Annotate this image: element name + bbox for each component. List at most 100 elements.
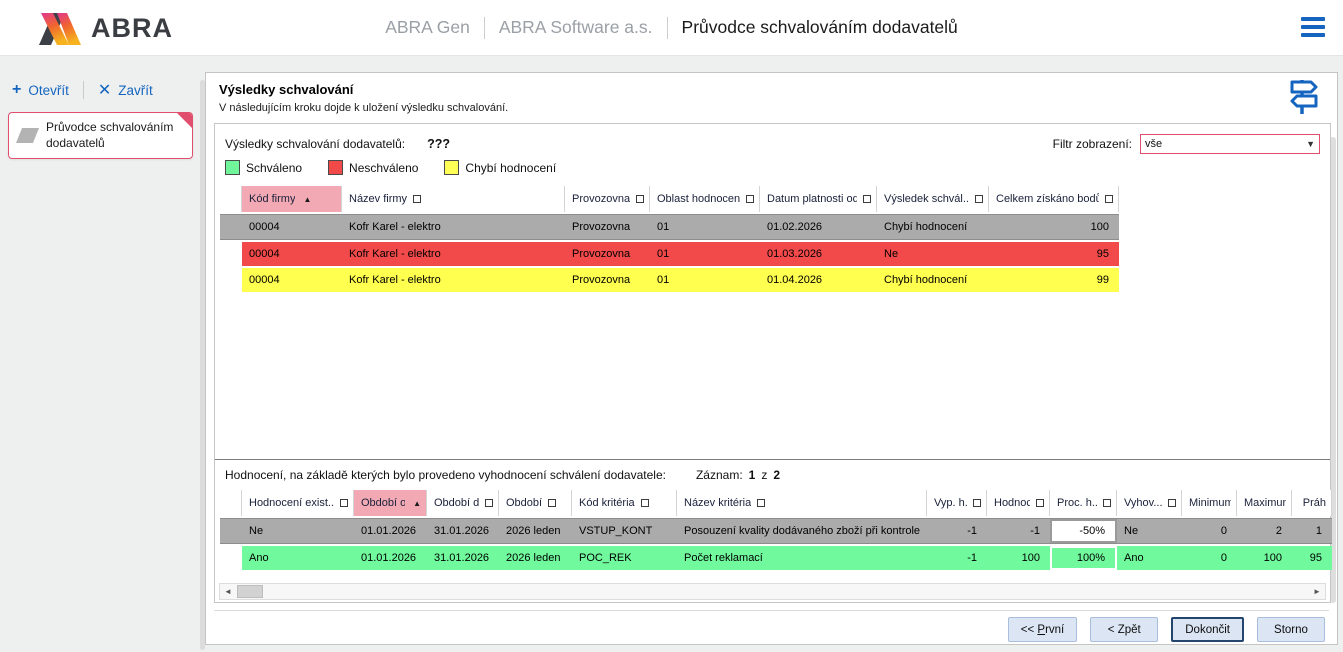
- sidebar: + Otevřít ✕ Zavřít Průvodce schvalováním…: [0, 56, 205, 652]
- row-selector-gutter[interactable]: [220, 546, 242, 570]
- column-filter-checkbox-icon[interactable]: [973, 499, 981, 507]
- company-name: ABRA Software a.s.: [499, 17, 653, 38]
- column-header-obdobi-do[interactable]: Období do: [427, 490, 499, 516]
- column-filter-checkbox-icon[interactable]: [340, 499, 348, 507]
- column-filter-checkbox-icon[interactable]: [975, 195, 983, 203]
- legend-item: Neschváleno: [328, 160, 418, 175]
- chevron-down-icon: ▼: [1306, 139, 1315, 149]
- column-filter-checkbox-icon[interactable]: [636, 195, 644, 203]
- table-row[interactable]: Ano 01.01.202631.01.20262026 ledenPOC_REK…: [220, 546, 1332, 570]
- column-filter-checkbox-icon[interactable]: [1168, 499, 1176, 507]
- table-cell-obdobi-od: 01.01.2026: [354, 546, 427, 570]
- column-header-proc-hodnoceni[interactable]: Proc. h...: [1050, 490, 1117, 516]
- table-cell-obdobi: 2026 leden: [499, 519, 572, 543]
- column-header-provozovna[interactable]: Provozovna: [565, 186, 650, 212]
- title-divider: [667, 17, 668, 39]
- column-header-prah[interactable]: Práh: [1292, 490, 1332, 516]
- step-subtitle: V následujícím kroku dojde k uložení výs…: [219, 102, 508, 114]
- table-cell-obdobi-do: 31.01.2026: [427, 519, 499, 543]
- table-cell-provozovna: Provozovna: [565, 215, 650, 239]
- table-cell-celkem-ziskano-bodu: 99: [989, 268, 1119, 292]
- table-cell-maximum: 100: [1237, 546, 1292, 570]
- column-header-vysledek-schvaleni[interactable]: Výsledek schvál...: [877, 186, 989, 212]
- column-header-label: Období: [506, 497, 542, 509]
- sort-asc-icon: ▲: [303, 195, 311, 204]
- column-header-label: Celkem získáno bodů: [996, 193, 1099, 205]
- legend-label: Chybí hodnocení: [465, 161, 556, 175]
- column-header-label: Hodnoc...: [994, 497, 1030, 509]
- row-selector-gutter[interactable]: [220, 268, 242, 292]
- top-bar: ABRA ABRA Gen ABRA Software a.s. Průvodc…: [0, 0, 1343, 56]
- scroll-right-icon[interactable]: ►: [1309, 584, 1325, 599]
- wizard-buttons: << První < Zpět Dokončit Storno: [1008, 617, 1325, 642]
- footer-divider: [214, 610, 1329, 611]
- column-header-datum-platnosti-od[interactable]: Datum platnosti od: [760, 186, 877, 212]
- table-row[interactable]: 00004Kofr Karel - elektroProvozovna0101.…: [220, 268, 1119, 292]
- abra-logo-icon: [35, 9, 83, 47]
- column-filter-checkbox-icon[interactable]: [1105, 195, 1113, 203]
- column-header-label: Proc. h...: [1057, 497, 1097, 509]
- table-cell-hodnoceni: -1: [987, 519, 1050, 543]
- table-row[interactable]: Ne01.01.202631.01.20262026 ledenVSTUP_KO…: [220, 518, 1332, 544]
- table-cell-vyhovuje: Ano: [1117, 546, 1182, 570]
- column-header-label: Hodnocení exist...: [249, 497, 334, 509]
- wizard-panel: Výsledky schvalování V následujícím krok…: [205, 72, 1338, 645]
- column-header-hodnoceni-existuje[interactable]: Hodnocení exist...: [242, 490, 354, 516]
- column-filter-checkbox-icon[interactable]: [1103, 499, 1111, 507]
- table-row[interactable]: 00004Kofr Karel - elektroProvozovna0101.…: [220, 242, 1119, 266]
- table-header-row: Kód firmy▲ Název firmy ProvozovnaOblast ho…: [220, 186, 1119, 212]
- column-filter-checkbox-icon[interactable]: [746, 195, 754, 203]
- close-button[interactable]: ✕ Zavřít: [98, 80, 153, 100]
- open-button[interactable]: + Otevřít: [12, 81, 69, 99]
- filter-dropdown[interactable]: vše ▼: [1140, 134, 1320, 154]
- column-header-obdobi-od[interactable]: Období od▲: [354, 490, 427, 516]
- table-cell-oblast-hodnoceni: 01: [650, 242, 760, 266]
- column-header-nazev-kriteria[interactable]: Název kritéria: [677, 490, 927, 516]
- table-row[interactable]: 00004Kofr Karel - elektroProvozovna0101.…: [220, 214, 1119, 240]
- column-header-maximum[interactable]: Maximum: [1237, 490, 1292, 516]
- table-cell-vyhovuje: Ne: [1117, 519, 1182, 543]
- column-filter-checkbox-icon[interactable]: [863, 195, 871, 203]
- column-header-label: Kód kritéria: [579, 497, 635, 509]
- scrollbar-thumb[interactable]: [237, 585, 263, 598]
- first-button[interactable]: << První: [1008, 617, 1077, 642]
- table-cell-obdobi-do: 31.01.2026: [427, 546, 499, 570]
- cancel-button[interactable]: Storno: [1257, 617, 1325, 642]
- column-header-oblast-hodnoceni[interactable]: Oblast hodnocení: [650, 186, 760, 212]
- menu-icon[interactable]: [1301, 17, 1325, 37]
- column-header-obdobi[interactable]: Období: [499, 490, 572, 516]
- table-cell-vyp-hodnota: -1: [927, 546, 987, 570]
- table-cell-kod-kriteria: POC_REK: [572, 546, 677, 570]
- sidebar-item-wizard-tab[interactable]: Průvodce schvalováním dodavatelů: [8, 112, 193, 159]
- row-selector-gutter[interactable]: [220, 519, 242, 543]
- column-header-kod-firmy[interactable]: Kód firmy▲: [242, 186, 342, 212]
- filter-label: Filtr zobrazení:: [1053, 137, 1132, 151]
- ratings-table: Hodnocení exist... Období od▲ Období do Obd…: [220, 490, 1332, 570]
- column-filter-checkbox-icon[interactable]: [641, 499, 649, 507]
- column-header-celkem-ziskano-bodu[interactable]: Celkem získáno bodů: [989, 186, 1119, 212]
- scroll-left-icon[interactable]: ◄: [220, 584, 236, 599]
- table-cell-provozovna: Provozovna: [565, 268, 650, 292]
- table-cell-datum-platnosti-od: 01.02.2026: [760, 215, 877, 239]
- row-selector-gutter[interactable]: [220, 242, 242, 266]
- column-header-vyhovuje[interactable]: Vyhov...: [1117, 490, 1182, 516]
- table-cell-vysledek-schvaleni: Chybí hodnocení: [877, 215, 989, 239]
- column-header-label: Název firmy: [349, 193, 407, 205]
- column-header-minimum[interactable]: Minimum: [1182, 490, 1237, 516]
- column-header-kod-kriteria[interactable]: Kód kritéria: [572, 490, 677, 516]
- column-header-vyp-hodnota[interactable]: Vyp. h...: [927, 490, 987, 516]
- column-filter-checkbox-icon[interactable]: [548, 499, 556, 507]
- column-header-hodnoceni[interactable]: Hodnoc...: [987, 490, 1050, 516]
- column-header-nazev-firmy[interactable]: Název firmy: [342, 186, 565, 212]
- column-filter-checkbox-icon[interactable]: [413, 195, 421, 203]
- table-cell-nazev-kriteria: Počet reklamací: [677, 546, 927, 570]
- column-filter-checkbox-icon[interactable]: [757, 499, 765, 507]
- column-header-label: Období do: [434, 497, 479, 509]
- horizontal-scrollbar[interactable]: ◄ ►: [219, 583, 1326, 600]
- back-button[interactable]: < Zpět: [1090, 617, 1158, 642]
- column-filter-checkbox-icon[interactable]: [1036, 499, 1044, 507]
- row-selector-gutter[interactable]: [220, 215, 242, 239]
- table-cell-obdobi: 2026 leden: [499, 546, 572, 570]
- finish-button[interactable]: Dokončit: [1171, 617, 1244, 642]
- column-filter-checkbox-icon[interactable]: [485, 499, 493, 507]
